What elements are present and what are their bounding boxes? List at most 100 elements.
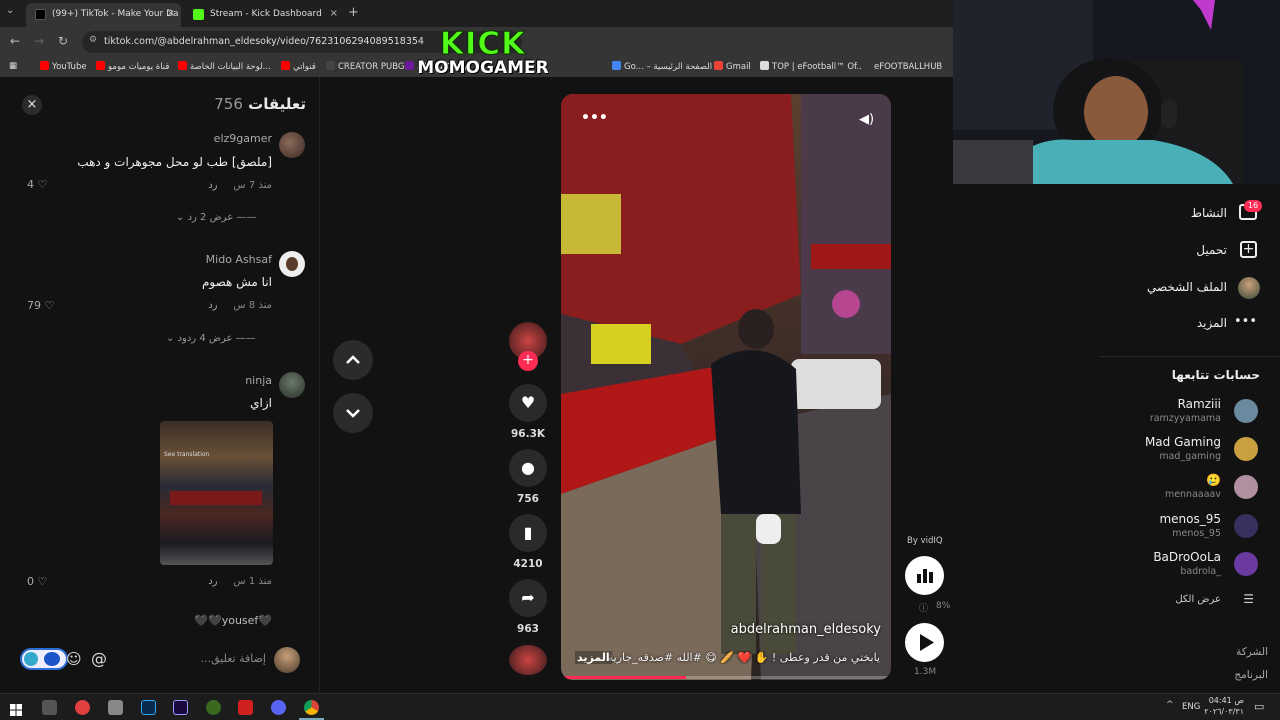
chevron-up-icon[interactable]: ^	[1166, 700, 1174, 710]
tab-label: (99+) TikTok - Make Your Da	[52, 9, 179, 19]
browser-tab-bar: ⌄ (99+) TikTok - Make Your Da × Stream -…	[0, 0, 955, 27]
chrome-icon[interactable]	[304, 700, 319, 715]
windows-start-icon[interactable]	[10, 701, 22, 716]
clock-date[interactable]: ٢٠٢٦/٠٣/٣١	[1200, 707, 1244, 716]
comment-meta: منذ 1 س رد	[208, 576, 272, 587]
emoji-icon[interactable]: ☺	[66, 650, 82, 668]
avatar[interactable]	[1234, 475, 1258, 499]
play-button[interactable]	[905, 623, 944, 662]
back-icon[interactable]: ←	[10, 34, 20, 48]
avatar[interactable]	[1234, 399, 1258, 423]
bookmark-creator-pubg[interactable]: CREATOR PUBG	[326, 61, 404, 72]
plus-square-icon[interactable]: +	[1240, 241, 1257, 258]
bookmark-efootball-top[interactable]: TOP | eFootball™ Of...	[760, 61, 865, 72]
share-button[interactable]: ➦	[509, 579, 547, 617]
following-name[interactable]: menos_95	[1159, 512, 1221, 526]
next-video-button[interactable]	[333, 393, 373, 433]
tab-tiktok[interactable]: (99+) TikTok - Make Your Da ×	[26, 3, 181, 27]
follow-plus-icon[interactable]: +	[518, 351, 538, 371]
more-options-icon[interactable]: •••	[581, 110, 608, 126]
app-icon[interactable]	[108, 700, 123, 715]
extension-widget[interactable]	[20, 648, 68, 670]
bookmark-dashboard[interactable]: لوحة البيانات الخاصة...	[178, 61, 271, 72]
like-button[interactable]: ♥	[509, 384, 547, 422]
site-info-icon[interactable]: ⚙	[89, 35, 97, 45]
apps-icon[interactable]: ▦	[9, 61, 17, 71]
avatar[interactable]	[279, 132, 305, 158]
acrobat-icon[interactable]	[238, 700, 253, 715]
avatar[interactable]	[1234, 514, 1258, 538]
see-all-link[interactable]: عرض الكل	[1175, 594, 1221, 605]
vidiq-button[interactable]	[905, 556, 944, 595]
obs-icon[interactable]	[75, 700, 90, 715]
video-progress-track[interactable]	[561, 676, 891, 679]
avatar[interactable]	[279, 372, 305, 398]
comment-input-bar: ☺ @ إضافة تعليق...	[0, 642, 320, 692]
close-comments-icon[interactable]: ×	[22, 95, 42, 115]
new-tab-icon[interactable]: +	[348, 5, 359, 20]
heart-outline-icon: ♡	[44, 299, 55, 312]
reply-link[interactable]: رد	[208, 576, 217, 587]
previous-video-button[interactable]	[333, 340, 373, 380]
video-author[interactable]: abdelrahman_eldesoky	[561, 622, 881, 637]
avatar[interactable]	[1234, 552, 1258, 576]
more-dots-icon[interactable]: •••	[1234, 314, 1257, 329]
bookmark-youtube[interactable]: YouTube	[40, 61, 87, 72]
my-avatar[interactable]	[274, 647, 300, 673]
nav-upload[interactable]: تحميل	[1196, 243, 1227, 257]
footer-link-company[interactable]: الشركة	[1236, 646, 1268, 658]
info-icon[interactable]: ⓘ	[919, 601, 928, 614]
language-indicator[interactable]: ENG	[1182, 702, 1200, 712]
bookmark-momo-channel[interactable]: قناة يوميات مومو	[96, 61, 169, 72]
comment-username[interactable]: ninja	[245, 374, 272, 387]
tab-kick[interactable]: Stream - Kick Dashboard ×	[184, 3, 344, 27]
sound-avatar[interactable]	[509, 645, 547, 675]
notification-icon[interactable]: ▭	[1254, 700, 1264, 713]
comment-button[interactable]: ●	[509, 449, 547, 487]
avatar[interactable]	[279, 251, 305, 277]
comment-like[interactable]: 0 ♡	[27, 575, 47, 588]
forward-icon[interactable]: →	[34, 34, 44, 48]
comment-username[interactable]: elz9gamer	[214, 132, 272, 145]
view-replies-button[interactable]: ⌄ عرض 4 ردود ——	[166, 333, 256, 344]
close-tab-icon[interactable]: ×	[330, 8, 338, 19]
bookmark-my-channels[interactable]: قنواتي	[281, 61, 316, 72]
reply-link[interactable]: رد	[208, 180, 217, 191]
nav-more[interactable]: المزيد	[1197, 316, 1227, 330]
reply-link[interactable]: رد	[208, 300, 217, 311]
comment-username[interactable]: Mido Ashsaf	[206, 253, 272, 266]
following-name[interactable]: BaDroOoLa	[1153, 550, 1221, 564]
app-icon[interactable]	[42, 700, 57, 715]
avatar[interactable]	[1234, 437, 1258, 461]
bookmark-gmail[interactable]: Gmail	[714, 61, 751, 72]
tab-list-icon[interactable]: ⌄	[6, 5, 14, 16]
following-name[interactable]: Mad Gaming	[1145, 435, 1221, 449]
comment-like[interactable]: 4 ♡	[27, 178, 47, 191]
close-tab-icon[interactable]: ×	[167, 8, 175, 19]
following-name[interactable]: 🥲	[1206, 473, 1221, 487]
reload-icon[interactable]: ↻	[58, 34, 68, 48]
bookmark-google-home[interactable]: Go... – الصفحة الرئيسية	[612, 61, 712, 72]
video-player[interactable]: ••• ◀) abdelrahman_eldesoky يابختي من قد…	[561, 94, 891, 680]
comment-input[interactable]: إضافة تعليق...	[120, 652, 266, 665]
volume-icon[interactable]: ◀)	[859, 112, 874, 127]
comment-like[interactable]: 79 ♡	[27, 299, 54, 312]
comment-username[interactable]: 🖤yousef🖤🖤	[194, 614, 272, 627]
photoshop-icon[interactable]	[141, 700, 156, 715]
profile-avatar[interactable]	[1238, 277, 1260, 299]
mention-icon[interactable]: @	[91, 649, 107, 668]
nav-profile[interactable]: الملف الشخصي	[1147, 280, 1227, 294]
list-icon[interactable]: ☰	[1243, 592, 1254, 606]
footer-link-program[interactable]: البرنامج	[1234, 669, 1268, 681]
save-button[interactable]: ▮	[509, 514, 547, 552]
bookmark-efootballhub[interactable]: eFOOTBALLHUB	[862, 61, 942, 72]
premiere-icon[interactable]	[173, 700, 188, 715]
view-replies-button[interactable]: ⌄ عرض 2 رد ——	[176, 212, 256, 223]
comment-image[interactable]: See translation	[160, 421, 273, 565]
caption-more-button[interactable]: المزيد	[575, 651, 612, 664]
discord-icon[interactable]	[271, 700, 286, 715]
following-name[interactable]: Ramziii	[1178, 397, 1221, 411]
clock-time[interactable]: 04:41 ص	[1200, 696, 1244, 705]
nav-activity[interactable]: النشاط	[1191, 206, 1227, 220]
app-icon[interactable]	[206, 700, 221, 715]
